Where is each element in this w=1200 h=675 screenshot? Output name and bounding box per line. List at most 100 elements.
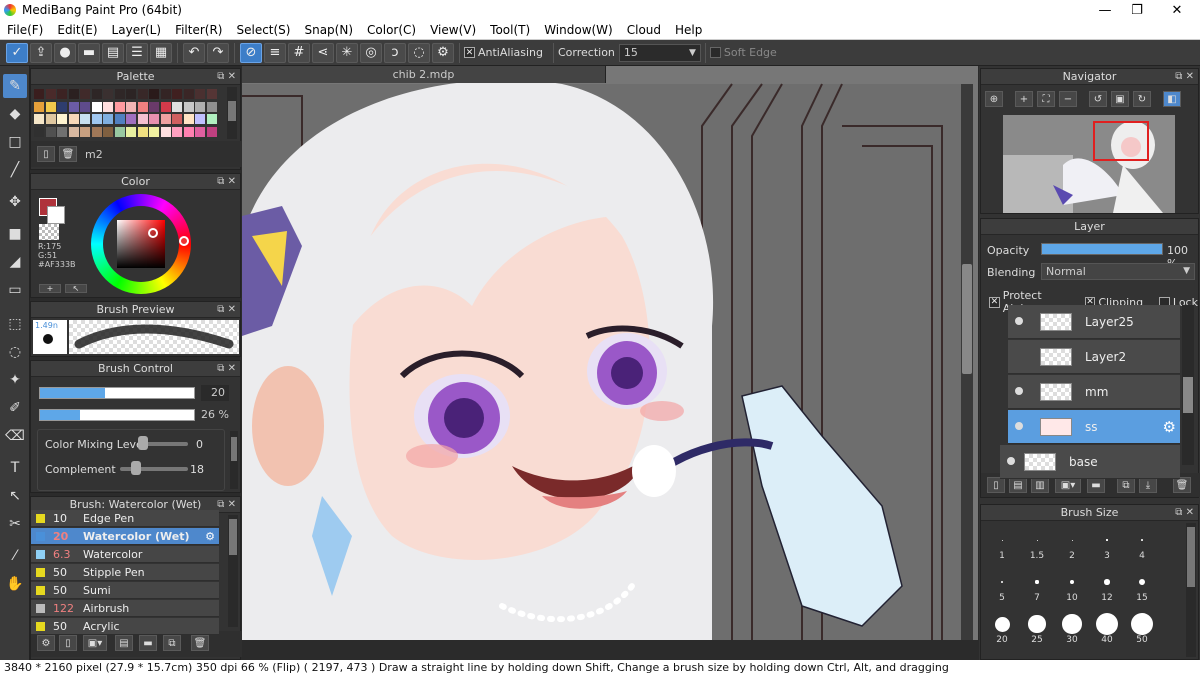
palette-swatch[interactable]: [114, 101, 125, 112]
brush-size-preset[interactable]: 40: [1090, 613, 1124, 645]
move-tool-icon[interactable]: ✥: [3, 190, 27, 214]
palette-swatch[interactable]: [206, 114, 217, 124]
correction-select[interactable]: 15 ▼: [618, 43, 701, 62]
hand-tool-icon[interactable]: ✋: [3, 572, 27, 596]
brush-list-item[interactable]: 122 Airbrush: [31, 600, 219, 617]
palette-swatch[interactable]: [114, 126, 125, 137]
panel-controls-icon[interactable]: ⧉ ✕: [1175, 69, 1194, 85]
brush-size-preset[interactable]: 2: [1055, 529, 1089, 561]
brush-size-preset[interactable]: 4: [1125, 529, 1159, 561]
text-tool-icon[interactable]: T: [3, 456, 27, 480]
add-brush-icon[interactable]: ▣▾: [83, 635, 107, 651]
palette-swatch[interactable]: [183, 114, 194, 124]
brush-tool-icon[interactable]: ✎: [3, 74, 27, 98]
add-color-button[interactable]: +: [39, 284, 61, 293]
brush-size-preset[interactable]: 20: [985, 613, 1019, 645]
new-palette-icon[interactable]: ▯: [37, 146, 55, 162]
brush-settings-icon[interactable]: ⚙: [205, 530, 215, 543]
duplicate-layer-icon[interactable]: ⧉: [1117, 477, 1135, 493]
palette-swatch[interactable]: [137, 89, 148, 99]
palette-swatch[interactable]: [34, 101, 44, 112]
circle-snap-icon[interactable]: ◎: [360, 42, 382, 63]
transparent-color-swatch[interactable]: [39, 224, 59, 240]
layer-list-icon[interactable]: ☰: [126, 42, 148, 63]
layer-row[interactable]: ss ⚙: [1008, 410, 1180, 444]
parallel-snap-icon[interactable]: ≡: [264, 42, 286, 63]
select-eraser-icon[interactable]: ⌫: [3, 424, 27, 448]
palette-swatch[interactable]: [45, 89, 56, 99]
select-tool-icon[interactable]: ⬚: [3, 312, 27, 336]
brush-size-preset[interactable]: 5: [985, 571, 1019, 603]
rotate-icon[interactable]: ◌: [408, 42, 430, 63]
palette-swatch[interactable]: [57, 89, 67, 99]
menu-select[interactable]: Select(S): [229, 23, 297, 37]
close-button[interactable]: ✕: [1154, 0, 1200, 20]
palette-swatch[interactable]: [149, 89, 159, 99]
color-mixing-knob[interactable]: [138, 436, 148, 450]
brush-folder-icon[interactable]: ▬: [139, 635, 157, 651]
zoom-fit-icon[interactable]: ⊕: [985, 91, 1003, 107]
reset-rotation-icon[interactable]: ▣: [1111, 91, 1129, 107]
fit-screen-icon[interactable]: ⛶: [1037, 91, 1055, 107]
palette-swatch[interactable]: [45, 114, 56, 124]
palette-swatch[interactable]: [57, 114, 67, 124]
palette-swatch[interactable]: [68, 101, 79, 112]
brush-list-item[interactable]: 50 Acrylic: [31, 618, 219, 635]
undo-icon[interactable]: ↶: [183, 42, 205, 63]
brush-size-preset[interactable]: 7: [1020, 571, 1054, 603]
menu-color[interactable]: Color(C): [360, 23, 423, 37]
palette-swatch[interactable]: [103, 101, 113, 112]
eye-icon[interactable]: [1015, 422, 1023, 430]
palette-swatch[interactable]: [183, 101, 194, 112]
brush-size-preset[interactable]: 50: [1125, 613, 1159, 645]
eye-icon[interactable]: [1007, 457, 1015, 465]
eraser-tool-icon[interactable]: ◆: [3, 102, 27, 126]
navigator-thumbnail[interactable]: [1003, 115, 1175, 213]
panel-controls-icon[interactable]: ⧉ ✕: [217, 302, 236, 318]
menu-snap[interactable]: Snap(N): [297, 23, 360, 37]
palette-swatch[interactable]: [103, 114, 113, 124]
menu-window[interactable]: Window(W): [537, 23, 620, 37]
fill-tool-icon[interactable]: ◢: [3, 250, 27, 274]
palette-swatch[interactable]: [103, 89, 113, 99]
shape-tool-icon[interactable]: ■: [3, 222, 27, 246]
pick-color-button[interactable]: ↖: [65, 284, 87, 293]
document-icon[interactable]: ▤: [102, 42, 124, 63]
palette-swatch[interactable]: [80, 114, 90, 124]
brush-size-preset[interactable]: 25: [1020, 613, 1054, 645]
panel-controls-icon[interactable]: ⧉ ✕: [1175, 505, 1194, 521]
palette-swatch[interactable]: [114, 89, 125, 99]
brush-list-item[interactable]: 50 Stipple Pen: [31, 564, 219, 581]
palette-swatch[interactable]: [137, 101, 148, 112]
brush-list-item[interactable]: 50 Sumi: [31, 582, 219, 599]
protect-alpha-checkbox[interactable]: ✕: [989, 296, 1000, 308]
layer-row[interactable]: mm: [1008, 375, 1180, 409]
delete-palette-icon[interactable]: 🗑: [59, 146, 77, 162]
redo-icon[interactable]: ↷: [207, 42, 229, 63]
panel-controls-icon[interactable]: ⧉ ✕: [217, 174, 236, 190]
palette-swatch[interactable]: [126, 126, 136, 137]
brush-size-preset[interactable]: 1: [985, 529, 1019, 561]
new-layer-icon[interactable]: ▯: [987, 477, 1005, 493]
palette-swatch[interactable]: [103, 126, 113, 137]
menu-help[interactable]: Help: [668, 23, 709, 37]
saturation-value-square[interactable]: [117, 220, 165, 268]
brush-list-item[interactable]: 10 Edge Pen: [31, 510, 219, 527]
layer-folder-icon[interactable]: ▬: [1087, 477, 1105, 493]
palette-swatch[interactable]: [126, 114, 136, 124]
palette-swatch[interactable]: [91, 114, 102, 124]
brush-size-preset[interactable]: 3: [1090, 529, 1124, 561]
layer-row[interactable]: Layer25: [1008, 305, 1180, 339]
palette-swatch[interactable]: [195, 114, 205, 124]
brush-settings-icon[interactable]: ⚙: [37, 635, 55, 651]
palette-swatch[interactable]: [206, 89, 217, 99]
palette-scrollbar[interactable]: [227, 87, 237, 139]
brush-list-item[interactable]: 6.3 Watercolor: [31, 546, 219, 563]
palette-swatch[interactable]: [34, 89, 44, 99]
palette-swatch[interactable]: [137, 126, 148, 137]
canvas-vscrollbar[interactable]: [961, 84, 973, 640]
palette-swatch[interactable]: [206, 126, 217, 137]
rotate-left-icon[interactable]: ↺: [1089, 91, 1107, 107]
brush-list-scrollbar[interactable]: [228, 515, 238, 627]
layer-list-scrollbar[interactable]: [1182, 305, 1194, 465]
